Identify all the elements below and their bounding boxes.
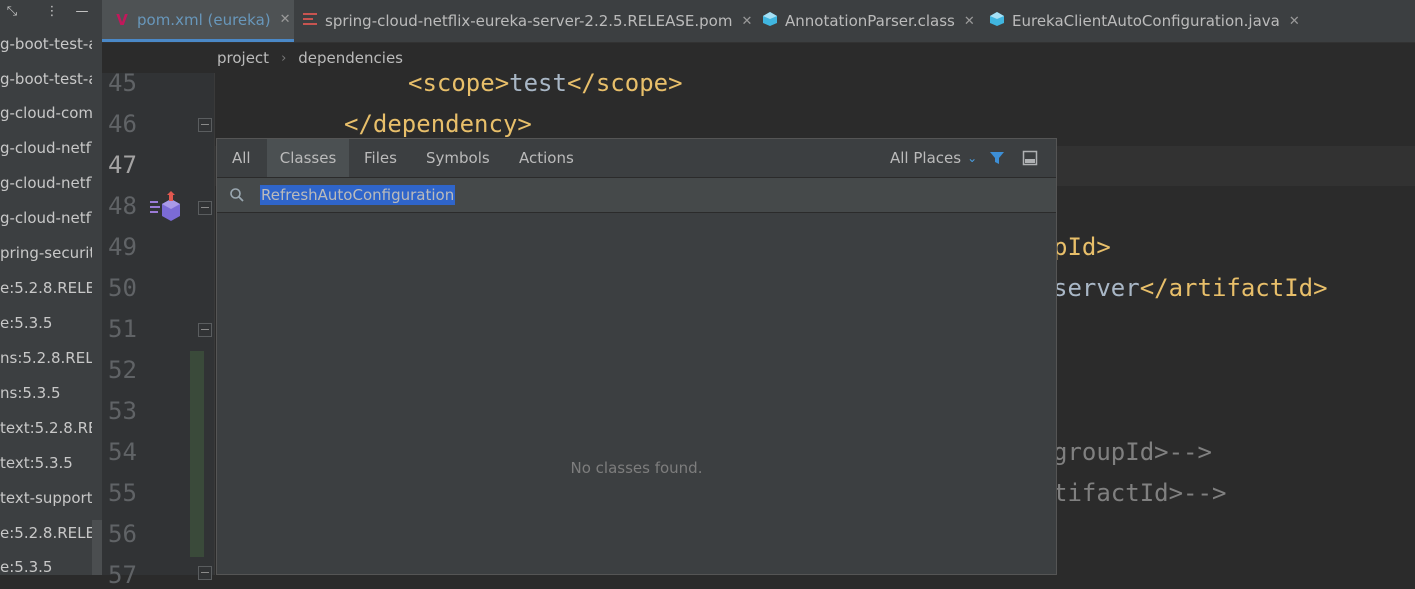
tab-eureka-server-pom[interactable]: spring-cloud-netflix-eureka-server-2.2.5… (302, 0, 752, 42)
tab-label: spring-cloud-netflix-eureka-server-2.2.5… (325, 12, 733, 30)
line-number: 54 (108, 438, 137, 466)
xml-comment: tifactId>--> (1053, 479, 1227, 507)
scrollbar-thumb[interactable] (92, 520, 102, 575)
scope-dropdown[interactable]: All Places ⌄ (890, 139, 977, 177)
line-number: 47 (108, 151, 137, 179)
line-number: 53 (108, 397, 137, 425)
tree-item[interactable]: e:5.2.8.RELEAS (0, 523, 102, 543)
tab-annotation-parser[interactable]: AnnotationParser.class ✕ (762, 0, 975, 42)
line-number: 51 (108, 315, 137, 343)
tree-item[interactable]: g-boot-test-au (0, 34, 102, 54)
xml-text: server (1053, 274, 1140, 302)
tab-actions[interactable]: Actions (504, 139, 589, 177)
line-number: 46 (108, 110, 137, 138)
chevron-right-icon: › (281, 50, 287, 66)
search-tabs: All Classes Files Symbols Actions All Pl… (217, 139, 1056, 178)
editor-gutter: 45 46 47 48 49 50 51 52 53 54 55 56 57 (102, 69, 215, 589)
project-toolbar: ⤡ ⋮ — (0, 0, 102, 24)
tree-item[interactable]: pring-security-c (0, 243, 102, 263)
xml-text: test (509, 73, 567, 97)
search-input[interactable]: RefreshAutoConfiguration (260, 185, 456, 205)
tab-label: pom.xml (eureka) (137, 10, 271, 29)
fold-marker-icon[interactable] (198, 323, 212, 337)
code-line-45: <scope>test</scope> (408, 73, 683, 97)
tab-symbols[interactable]: Symbols (411, 139, 505, 177)
tree-item[interactable]: e:5.2.8.RELEASE (0, 278, 102, 298)
code-line-50: server</artifactId> (1053, 274, 1328, 302)
tab-label: EurekaClientAutoConfiguration.java (1012, 12, 1280, 30)
maven-dependency-icon[interactable] (148, 189, 184, 223)
pom-icon (302, 11, 318, 31)
close-icon[interactable]: ✕ (741, 14, 752, 29)
tree-item[interactable]: g-cloud-comm (0, 103, 102, 123)
project-scrollbar[interactable] (92, 0, 102, 575)
fold-marker-icon[interactable] (198, 566, 212, 580)
tree-item[interactable]: g-cloud-netfli (0, 208, 99, 228)
line-number: 57 (108, 561, 137, 589)
tree-item[interactable]: text:5.3.5 (0, 453, 73, 473)
breadcrumb: project › dependencies (205, 43, 1415, 73)
xml-tag: </dependency> (344, 110, 532, 138)
minimize-icon[interactable]: — (70, 0, 94, 22)
tree-item[interactable]: ns:5.3.5 (0, 383, 61, 403)
xml-tag: <scope> (408, 73, 510, 97)
close-icon[interactable]: ✕ (280, 12, 291, 27)
code-line-55: tifactId>--> (1053, 479, 1226, 507)
filter-icon[interactable] (989, 150, 1005, 166)
close-icon[interactable]: ✕ (1289, 14, 1300, 29)
tab-files[interactable]: Files (349, 139, 412, 177)
xml-comment: groupId>--> (1053, 438, 1212, 466)
vcs-change-marker[interactable] (190, 351, 204, 557)
tree-item[interactable]: g-cloud-netfli (0, 173, 99, 193)
line-number: 45 (108, 69, 137, 97)
search-row: RefreshAutoConfiguration (217, 178, 1056, 213)
line-number: 49 (108, 233, 137, 261)
line-number: 52 (108, 356, 137, 384)
maven-icon: V (116, 10, 128, 29)
close-icon[interactable]: ✕ (964, 14, 975, 29)
chevron-down-icon: ⌄ (967, 151, 978, 165)
tree-item[interactable]: text:5.2.8.RELE (0, 418, 102, 438)
tab-classes[interactable]: Classes (267, 139, 349, 177)
code-line-54: groupId>--> (1053, 438, 1212, 466)
tree-item[interactable]: ns:5.2.8.RELEAS (0, 348, 102, 368)
search-icon (230, 188, 244, 202)
class-icon (762, 11, 778, 31)
code-line-49: pId> (1053, 233, 1111, 261)
tree-item[interactable]: g-cloud-netfli (0, 138, 99, 158)
tree-item[interactable]: e:5.3.5 (0, 557, 52, 575)
editor-tab-bar: V pom.xml (eureka) ✕ spring-cloud-netfli… (102, 0, 1415, 43)
tab-label: AnnotationParser.class (785, 12, 955, 30)
breadcrumb-item-dependencies[interactable]: dependencies (298, 49, 403, 67)
scope-label: All Places (890, 149, 962, 167)
line-number: 56 (108, 520, 137, 548)
tree-item[interactable]: g-boot-test-au (0, 69, 102, 89)
search-everywhere-popup: All Classes Files Symbols Actions All Pl… (216, 138, 1057, 575)
tree-item[interactable]: e:5.3.5 (0, 313, 52, 333)
tab-eureka-client-autoconfig[interactable]: EurekaClientAutoConfiguration.java ✕ (989, 0, 1300, 42)
empty-results-message: No classes found. (570, 459, 703, 477)
tree-item[interactable]: text-support:5 (0, 488, 102, 508)
tab-pom-eureka[interactable]: V pom.xml (eureka) ✕ (102, 0, 294, 42)
open-in-panel-icon[interactable] (1022, 150, 1038, 166)
xml-tag: </artifactId> (1139, 274, 1328, 302)
line-number: 48 (108, 192, 137, 220)
code-line-46: </dependency> (344, 110, 532, 138)
xml-tag: </scope> (566, 73, 683, 97)
line-number: 50 (108, 274, 137, 302)
breadcrumb-item-project[interactable]: project (217, 49, 269, 67)
fold-marker-icon[interactable] (198, 201, 212, 215)
collapse-icon[interactable]: ⤡ (0, 0, 24, 22)
line-number: 55 (108, 479, 137, 507)
project-panel: ⤡ ⋮ — g-boot-test-au g-boot-test-au g-cl… (0, 0, 102, 575)
tab-all[interactable]: All (217, 139, 266, 177)
xml-tag: pId> (1053, 233, 1111, 261)
fold-marker-icon[interactable] (198, 118, 212, 132)
more-options-icon[interactable]: ⋮ (40, 0, 64, 22)
class-icon (989, 11, 1005, 31)
